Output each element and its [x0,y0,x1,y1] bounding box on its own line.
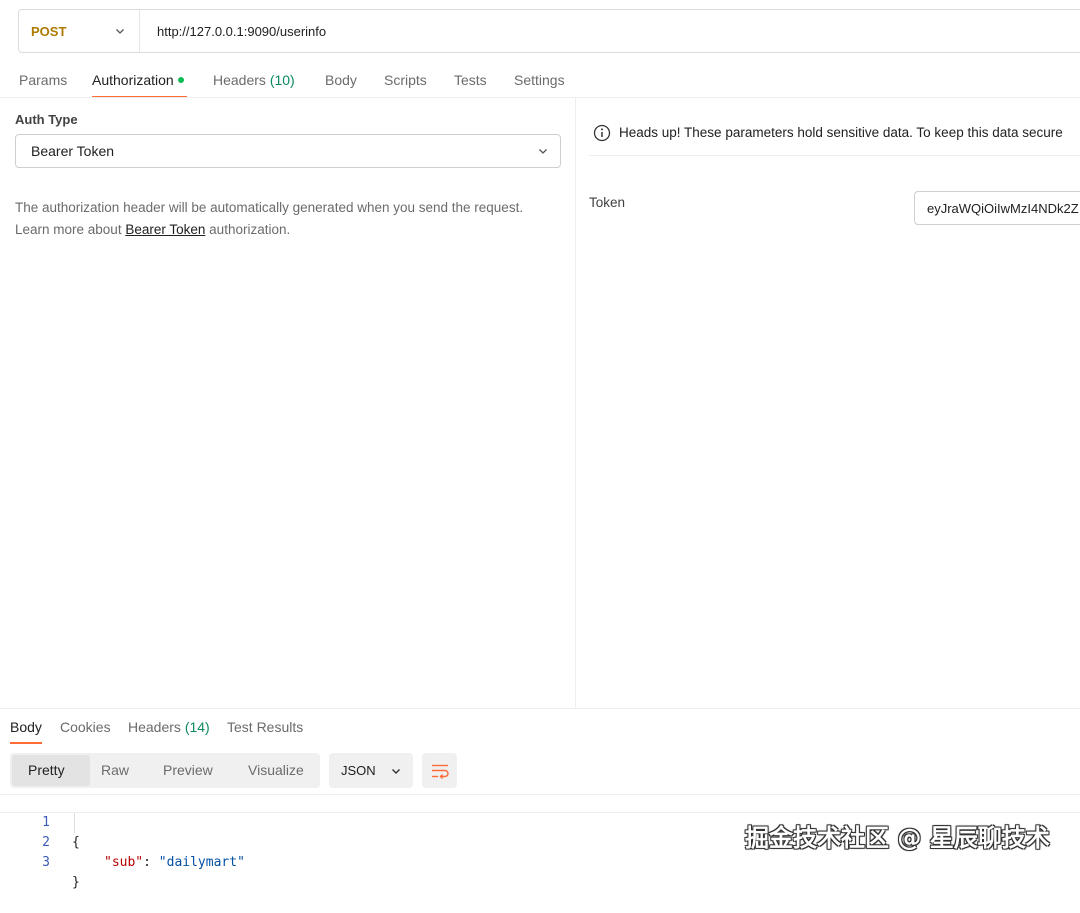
code-text: { [72,835,80,850]
headers-count: (10) [269,72,295,88]
sensitive-data-warning: Heads up! These parameters hold sensitiv… [589,110,1080,156]
format-label: JSON [341,763,376,778]
line-number: 3 [42,855,50,870]
tab-authorization[interactable]: Authorization [92,72,184,88]
tab-label: Headers [128,719,181,735]
view-mode-segmented: Pretty Raw Preview Visualize [10,753,320,788]
code-text: "sub": "dailymart" [104,853,245,873]
wrap-lines-button[interactable] [422,753,457,788]
active-tab-indicator [10,742,42,744]
tab-label: Headers [213,72,266,88]
chevron-down-icon [539,149,547,154]
url-input[interactable] [155,22,959,40]
response-tab-test-results[interactable]: Test Results [227,719,303,735]
auth-type-label: Auth Type [15,112,78,127]
panel-splitter[interactable] [575,98,576,708]
chevron-down-icon [392,768,400,774]
auth-type-select[interactable]: Bearer Token [15,134,561,168]
auth-type-value: Bearer Token [31,143,115,159]
token-input[interactable]: eyJraWQiOiIwMzI4NDk2Z [914,191,1080,225]
method-select[interactable]: POST [19,10,140,52]
tab-body[interactable]: Body [325,72,357,88]
format-select[interactable]: JSON [329,753,413,788]
auth-description: The authorization header will be automat… [15,197,565,241]
response-tab-cookies[interactable]: Cookies [60,719,111,735]
code-line: 1 { [0,793,80,850]
tab-params[interactable]: Params [19,72,67,88]
code-line: 3 } [0,833,80,890]
learn-more-suffix: authorization. [209,222,291,237]
wrap-lines-icon [431,764,449,779]
tab-label: Authorization [92,72,174,88]
view-preview[interactable]: Preview [163,753,213,788]
token-label: Token [589,195,626,210]
json-colon: : [143,855,159,870]
auth-learn-more: Learn more about Bearer Token authorizat… [15,219,565,241]
divider [0,812,1080,813]
tab-scripts[interactable]: Scripts [384,72,427,88]
view-visualize[interactable]: Visualize [248,753,304,788]
tab-tests[interactable]: Tests [454,72,487,88]
json-value: "dailymart" [158,855,245,870]
warning-text: Heads up! These parameters hold sensitiv… [619,125,1063,140]
code-text: } [72,875,80,890]
indent-guide [74,813,75,833]
info-icon [593,124,611,141]
code-line: 2 "sub": "dailymart" [0,813,245,870]
view-raw[interactable]: Raw [101,753,129,788]
url-bar: POST [18,9,1080,53]
divider [0,794,1080,795]
auth-description-line: The authorization header will be automat… [15,200,524,215]
json-key: "sub" [104,855,144,870]
response-tab-body[interactable]: Body [10,719,42,735]
active-dot-icon [177,77,184,83]
chevron-down-icon [116,29,124,34]
view-pretty[interactable]: Pretty [28,753,65,788]
learn-more-prefix: Learn more about [15,222,122,237]
response-tab-headers[interactable]: Headers (14) [128,719,210,735]
headers-count: (14) [184,719,210,735]
bearer-token-link[interactable]: Bearer Token [125,222,205,237]
divider [0,97,1080,98]
request-tabs: Params Authorization Headers (10) Body S… [0,64,1080,98]
tab-headers[interactable]: Headers (10) [213,72,295,88]
tab-settings[interactable]: Settings [514,72,565,88]
watermark: 掘金技术社区 @ 星辰聊技术 [745,824,1050,852]
divider [0,708,1080,709]
method-label: POST [31,23,67,39]
